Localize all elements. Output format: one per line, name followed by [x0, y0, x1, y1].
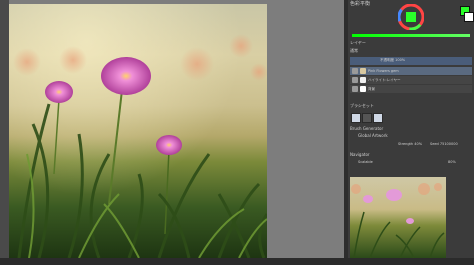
canvas-image[interactable] — [9, 4, 267, 258]
canvas-area[interactable] — [9, 0, 344, 258]
bg-color-swatch[interactable] — [464, 12, 474, 22]
canvas-artwork — [9, 4, 267, 258]
navigator-thumbnail[interactable] — [350, 177, 446, 258]
blend-tool-button[interactable] — [373, 113, 383, 123]
layer-name: 背景 — [368, 87, 375, 91]
color-panel-title: 色彩平衡 — [350, 1, 371, 7]
blend-mode-select[interactable]: 通常 — [350, 48, 358, 54]
layer-row[interactable]: 背景 — [350, 85, 472, 93]
strength-label[interactable]: Strength 40% — [398, 142, 422, 146]
hue-slider-fill — [352, 34, 470, 37]
navigator-zoom-percent[interactable]: 80% — [448, 160, 456, 164]
layer-name: Pink Flowers gem — [368, 69, 399, 73]
layer-row[interactable]: Pink Flowers gem — [350, 67, 472, 75]
layer-thumbnail — [360, 86, 366, 92]
layer-row[interactable]: ハイライト:レイヤー — [350, 76, 472, 84]
eraser-tool-button[interactable] — [362, 113, 372, 123]
eye-icon[interactable] — [352, 77, 358, 83]
layer-name: ハイライト:レイヤー — [368, 78, 401, 82]
eye-icon[interactable] — [352, 86, 358, 92]
brush-panel-title: ブラシセット — [350, 103, 374, 108]
status-bar — [0, 258, 474, 265]
navigator-zoom-mode[interactable]: Scalable — [358, 160, 373, 164]
opacity-label: 不透明度 100% — [380, 58, 406, 62]
opacity-slider[interactable]: 不透明度 100% — [350, 57, 472, 65]
layer-thumbnail — [360, 77, 366, 83]
brush-generator-label: Brush Generator — [350, 126, 384, 131]
left-toolbar-strip — [0, 0, 9, 265]
brush-tool-button[interactable] — [351, 113, 361, 123]
navigator-title: Navigator — [350, 152, 370, 157]
layer-thumbnail — [360, 68, 366, 74]
color-wheel-icon[interactable] — [398, 4, 424, 30]
brush-name[interactable]: Global Artwork — [358, 133, 388, 138]
navigator-artwork — [351, 183, 445, 258]
eye-icon[interactable] — [352, 68, 358, 74]
layer-panel-title: レイヤー — [350, 40, 366, 45]
seed-label[interactable]: Seed 75100000 — [430, 142, 458, 146]
